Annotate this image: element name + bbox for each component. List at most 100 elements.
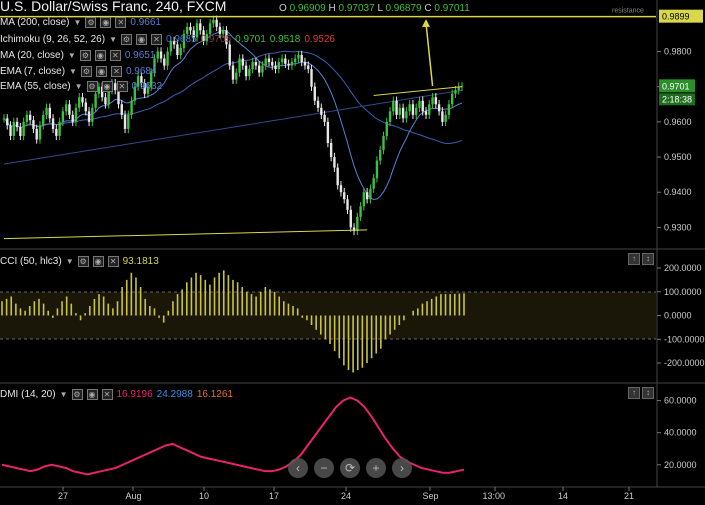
caret-icon[interactable]: ▼ xyxy=(69,67,77,76)
candle-body xyxy=(104,97,107,105)
scroll-left-button[interactable]: ‹ xyxy=(288,458,308,478)
reset-button[interactable]: ⟳ xyxy=(340,458,360,478)
dmi-tick-label: 60.0000 xyxy=(664,396,697,406)
legend-ema55[interactable]: EMA (55, close) ▼ ⚙ ◉ ✕ 0.9632 xyxy=(0,81,162,92)
settings-icon[interactable]: ⚙ xyxy=(80,66,92,77)
candle-body xyxy=(176,44,179,56)
candle-body xyxy=(51,118,55,129)
pane-expand-icon[interactable]: ↕ xyxy=(642,387,654,399)
legend-ma20-name: MA (20, close) xyxy=(0,50,64,61)
settings-icon[interactable]: ⚙ xyxy=(79,50,91,61)
candle-body xyxy=(408,104,411,112)
candle-body xyxy=(241,58,245,66)
legend-ma200[interactable]: MA (200, close) ▼ ⚙ ◉ ✕ 0.9661 xyxy=(0,17,161,28)
legend-cci[interactable]: CCI (50, hlc3) ▼ ⚙ ◉ ✕ 93.1813 xyxy=(0,256,159,267)
x-tick-label: Sep xyxy=(423,491,439,501)
hide-icon[interactable]: ◉ xyxy=(86,389,98,400)
ichimoku-value-1: 0.9685 xyxy=(165,34,197,45)
legend-dmi[interactable]: DMI (14, 20) ▼ ⚙ ◉ ✕ 16.9196 24.2988 16.126… xyxy=(0,389,233,400)
candle-body xyxy=(382,135,385,151)
legend-ichimoku-name: Ichimoku (9, 26, 52, 26) xyxy=(0,34,106,45)
caret-icon[interactable]: ▼ xyxy=(109,35,117,44)
candle-body xyxy=(313,86,316,101)
candle-body xyxy=(68,104,71,115)
settings-icon[interactable]: ⚙ xyxy=(77,256,89,267)
x-tick-label: 17 xyxy=(269,491,279,501)
hide-icon[interactable]: ◉ xyxy=(94,50,106,61)
candle-body xyxy=(290,62,294,66)
legend-ema55-value: 0.9632 xyxy=(131,81,163,92)
countdown-label: 2:18:38 xyxy=(662,94,692,104)
candle-body xyxy=(2,118,6,120)
hide-icon[interactable]: ◉ xyxy=(95,66,107,77)
candle-body xyxy=(359,206,362,217)
candle-body xyxy=(42,114,45,126)
zoom-in-button[interactable]: + xyxy=(366,458,386,478)
x-tick-label: 14 xyxy=(558,491,568,501)
cci-tick-label: -200.0000 xyxy=(664,358,705,368)
hide-icon[interactable]: ◉ xyxy=(100,17,112,28)
candle-body xyxy=(159,51,163,59)
candle-body xyxy=(421,100,424,112)
zoom-out-button[interactable]: − xyxy=(314,458,334,478)
caret-icon[interactable]: ▼ xyxy=(60,390,68,399)
candle-body xyxy=(130,100,133,115)
candle-body xyxy=(84,102,87,112)
scroll-right-button[interactable]: › xyxy=(392,458,412,478)
settings-icon[interactable]: ⚙ xyxy=(86,81,98,92)
settings-icon[interactable]: ⚙ xyxy=(71,389,83,400)
hide-icon[interactable]: ◉ xyxy=(92,256,104,267)
candle-body xyxy=(267,58,271,63)
caret-icon[interactable]: ▼ xyxy=(73,18,81,27)
close-icon[interactable]: ✕ xyxy=(110,66,122,77)
candle-body xyxy=(284,58,287,64)
candle-body xyxy=(431,97,434,105)
open-value: 0.96909 xyxy=(289,3,326,14)
legend-ma20[interactable]: MA (20, close) ▼ ⚙ ◉ ✕ 0.9651 xyxy=(0,50,155,61)
candle-body xyxy=(55,128,58,136)
price-tick-label: 0.9600 xyxy=(664,117,692,127)
candle-body xyxy=(6,118,9,126)
price-tick-label: 0.9300 xyxy=(664,222,692,232)
caret-icon[interactable]: ▼ xyxy=(75,82,83,91)
ichimoku-value-5: 0.9526 xyxy=(304,34,335,45)
pane-up-icon[interactable]: ↑ xyxy=(628,387,640,399)
low-label: L xyxy=(377,3,383,14)
candle-body xyxy=(32,120,35,129)
settings-icon[interactable]: ⚙ xyxy=(85,17,97,28)
candle-body xyxy=(228,44,231,66)
candle-body xyxy=(212,19,215,24)
cci-tick-label: 200.0000 xyxy=(664,263,702,273)
settings-icon[interactable]: ⚙ xyxy=(120,34,132,45)
legend-ichimoku[interactable]: Ichimoku (9, 26, 52, 26) ▼ ⚙ ◉ ✕ 0.9685 0.9… xyxy=(0,34,335,45)
hide-icon[interactable]: ◉ xyxy=(135,34,147,45)
candle-body xyxy=(388,111,392,122)
legend-ema7-name: EMA (7, close) xyxy=(0,66,66,77)
hide-icon[interactable]: ◉ xyxy=(101,81,113,92)
candle-body xyxy=(87,111,91,122)
candle-body xyxy=(365,192,369,200)
close-icon[interactable]: ✕ xyxy=(116,81,128,92)
low-value: 0.96879 xyxy=(385,3,422,14)
open-label: O xyxy=(279,3,287,14)
caret-icon[interactable]: ▼ xyxy=(68,51,76,60)
candle-body xyxy=(179,47,182,56)
legend-ema7[interactable]: EMA (7, close) ▼ ⚙ ◉ ✕ 0.9684 xyxy=(0,66,157,77)
candle-body xyxy=(264,58,267,66)
candle-body xyxy=(28,114,32,121)
close-icon[interactable]: ✕ xyxy=(109,50,121,61)
close-icon[interactable]: ✕ xyxy=(150,34,162,45)
close-icon[interactable]: ✕ xyxy=(101,389,113,400)
ichimoku-value-3: 0.9701 xyxy=(235,34,266,45)
pane-up-icon[interactable]: ↑ xyxy=(628,253,640,265)
candle-body xyxy=(336,167,339,186)
candle-body xyxy=(208,23,212,34)
caret-icon[interactable]: ▼ xyxy=(66,257,74,266)
pane-expand-icon[interactable]: ↕ xyxy=(642,253,654,265)
close-icon[interactable]: ✕ xyxy=(115,17,127,28)
candle-body xyxy=(323,114,326,122)
candle-body xyxy=(333,157,336,168)
close-icon[interactable]: ✕ xyxy=(107,256,119,267)
x-tick-label: 21 xyxy=(624,491,634,501)
candle-body xyxy=(385,121,388,136)
